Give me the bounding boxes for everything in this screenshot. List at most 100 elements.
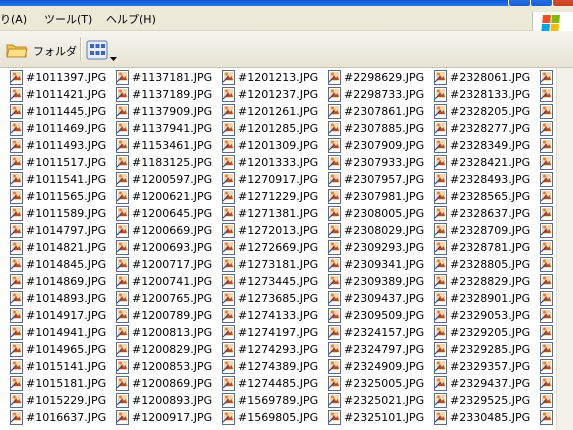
- file-item[interactable]: #2329357.JPG: [434, 358, 544, 375]
- file-item[interactable]: #1274293.JPG: [222, 341, 332, 358]
- file-item[interactable]: #2308005.JPG: [328, 205, 438, 222]
- file-item[interactable]: #1273181.JPG: [222, 256, 332, 273]
- file-item[interactable]: #1200829.JPG: [116, 341, 226, 358]
- menu-help[interactable]: ヘルプ(H): [106, 11, 156, 27]
- file-item[interactable]: #1015141.JPG: [10, 358, 120, 375]
- file-item[interactable]: #2325021.JPG: [328, 392, 438, 409]
- file-item[interactable]: #1014797.JPG: [10, 222, 120, 239]
- file-item[interactable]: #2329285.JPG: [434, 341, 544, 358]
- file-item[interactable]: #1201309.JPG: [222, 137, 332, 154]
- file-item[interactable]: #1200597.JPG: [116, 171, 226, 188]
- vertical-scrollbar[interactable]: [556, 68, 573, 430]
- file-item[interactable]: #2328901.JPG: [434, 290, 544, 307]
- file-item[interactable]: #2309341.JPG: [328, 256, 438, 273]
- file-item[interactable]: #1016637.JPG: [10, 409, 120, 426]
- file-item[interactable]: #2328709.JPG: [434, 222, 544, 239]
- file-item[interactable]: #1011421.JPG: [10, 86, 120, 103]
- file-item[interactable]: #1272669.JPG: [222, 239, 332, 256]
- file-item[interactable]: #2309437.JPG: [328, 290, 438, 307]
- views-button[interactable]: [86, 39, 118, 61]
- file-item[interactable]: #2309389.JPG: [328, 273, 438, 290]
- file-item[interactable]: #2307933.JPG: [328, 154, 438, 171]
- file-item[interactable]: #1014917.JPG: [10, 307, 120, 324]
- file-item[interactable]: #1014869.JPG: [10, 273, 120, 290]
- file-item[interactable]: #2328829.JPG: [434, 273, 544, 290]
- file-item[interactable]: #2329053.JPG: [434, 307, 544, 324]
- file-item[interactable]: #2309509.JPG: [328, 307, 438, 324]
- file-item[interactable]: #2328277.JPG: [434, 120, 544, 137]
- file-item[interactable]: #1153461.JPG: [116, 137, 226, 154]
- file-item[interactable]: #2329205.JPG: [434, 324, 544, 341]
- file-item[interactable]: #1200765.JPG: [116, 290, 226, 307]
- file-item[interactable]: #1200893.JPG: [116, 392, 226, 409]
- file-item[interactable]: #1201333.JPG: [222, 154, 332, 171]
- file-item[interactable]: #1014893.JPG: [10, 290, 120, 307]
- file-item[interactable]: #1200813.JPG: [116, 324, 226, 341]
- file-item[interactable]: #1201285.JPG: [222, 120, 332, 137]
- file-item[interactable]: #1014965.JPG: [10, 341, 120, 358]
- file-item[interactable]: #2328133.JPG: [434, 86, 544, 103]
- file-item[interactable]: #2307861.JPG: [328, 103, 438, 120]
- file-item[interactable]: #1011541.JPG: [10, 171, 120, 188]
- file-item[interactable]: #1569789.JPG: [222, 392, 332, 409]
- file-item[interactable]: #2325005.JPG: [328, 375, 438, 392]
- file-item[interactable]: #2328421.JPG: [434, 154, 544, 171]
- file-item[interactable]: #1273445.JPG: [222, 273, 332, 290]
- file-item[interactable]: #2330485.JPG: [434, 409, 544, 426]
- file-item[interactable]: #1200869.JPG: [116, 375, 226, 392]
- file-item[interactable]: #2307909.JPG: [328, 137, 438, 154]
- file-item[interactable]: #1011493.JPG: [10, 137, 120, 154]
- file-item[interactable]: #1014821.JPG: [10, 239, 120, 256]
- file-item[interactable]: #2328349.JPG: [434, 137, 544, 154]
- file-item[interactable]: #2309293.JPG: [328, 239, 438, 256]
- file-item[interactable]: #1200717.JPG: [116, 256, 226, 273]
- file-item[interactable]: #1274389.JPG: [222, 358, 332, 375]
- file-item[interactable]: #1200621.JPG: [116, 188, 226, 205]
- file-item[interactable]: #1200645.JPG: [116, 205, 226, 222]
- file-item[interactable]: #1014845.JPG: [10, 256, 120, 273]
- file-item[interactable]: #1011469.JPG: [10, 120, 120, 137]
- file-item[interactable]: #1200669.JPG: [116, 222, 226, 239]
- file-item[interactable]: #1015181.JPG: [10, 375, 120, 392]
- file-item[interactable]: #1274197.JPG: [222, 324, 332, 341]
- file-item[interactable]: #1015229.JPG: [10, 392, 120, 409]
- file-item[interactable]: #1270917.JPG: [222, 171, 332, 188]
- file-item[interactable]: #1274485.JPG: [222, 375, 332, 392]
- file-item[interactable]: #1137181.JPG: [116, 69, 226, 86]
- file-item[interactable]: #1011517.JPG: [10, 154, 120, 171]
- file-item[interactable]: #2324909.JPG: [328, 358, 438, 375]
- file-item[interactable]: #2328781.JPG: [434, 239, 544, 256]
- file-item[interactable]: #1201237.JPG: [222, 86, 332, 103]
- file-item[interactable]: #1201213.JPG: [222, 69, 332, 86]
- file-item[interactable]: #1200741.JPG: [116, 273, 226, 290]
- file-item[interactable]: #1200693.JPG: [116, 239, 226, 256]
- file-item[interactable]: #1200917.JPG: [116, 409, 226, 426]
- menu-favorites[interactable]: り(A): [0, 11, 27, 27]
- file-item[interactable]: #1137909.JPG: [116, 103, 226, 120]
- file-item[interactable]: #1137189.JPG: [116, 86, 226, 103]
- file-item[interactable]: #1274133.JPG: [222, 307, 332, 324]
- file-item[interactable]: #1200789.JPG: [116, 307, 226, 324]
- file-item[interactable]: #1201261.JPG: [222, 103, 332, 120]
- file-item[interactable]: #1273685.JPG: [222, 290, 332, 307]
- menu-tools[interactable]: ツール(T): [44, 11, 92, 27]
- file-item[interactable]: #2307981.JPG: [328, 188, 438, 205]
- file-item[interactable]: #1569805.JPG: [222, 409, 332, 426]
- file-item[interactable]: #1011565.JPG: [10, 188, 120, 205]
- file-item[interactable]: #2307957.JPG: [328, 171, 438, 188]
- file-item[interactable]: #1011445.JPG: [10, 103, 120, 120]
- file-item[interactable]: #2328061.JPG: [434, 69, 544, 86]
- file-item[interactable]: #1014941.JPG: [10, 324, 120, 341]
- file-item[interactable]: #2328565.JPG: [434, 188, 544, 205]
- file-item[interactable]: #2324797.JPG: [328, 341, 438, 358]
- file-item[interactable]: #2328805.JPG: [434, 256, 544, 273]
- file-item[interactable]: #1271229.JPG: [222, 188, 332, 205]
- file-item[interactable]: #2307885.JPG: [328, 120, 438, 137]
- file-item[interactable]: #2308029.JPG: [328, 222, 438, 239]
- file-item[interactable]: #2329525.JPG: [434, 392, 544, 409]
- file-item[interactable]: #2329437.JPG: [434, 375, 544, 392]
- file-item[interactable]: #1137941.JPG: [116, 120, 226, 137]
- file-item[interactable]: #1271381.JPG: [222, 205, 332, 222]
- file-item[interactable]: #2298733.JPG: [328, 86, 438, 103]
- file-item[interactable]: #1011589.JPG: [10, 205, 120, 222]
